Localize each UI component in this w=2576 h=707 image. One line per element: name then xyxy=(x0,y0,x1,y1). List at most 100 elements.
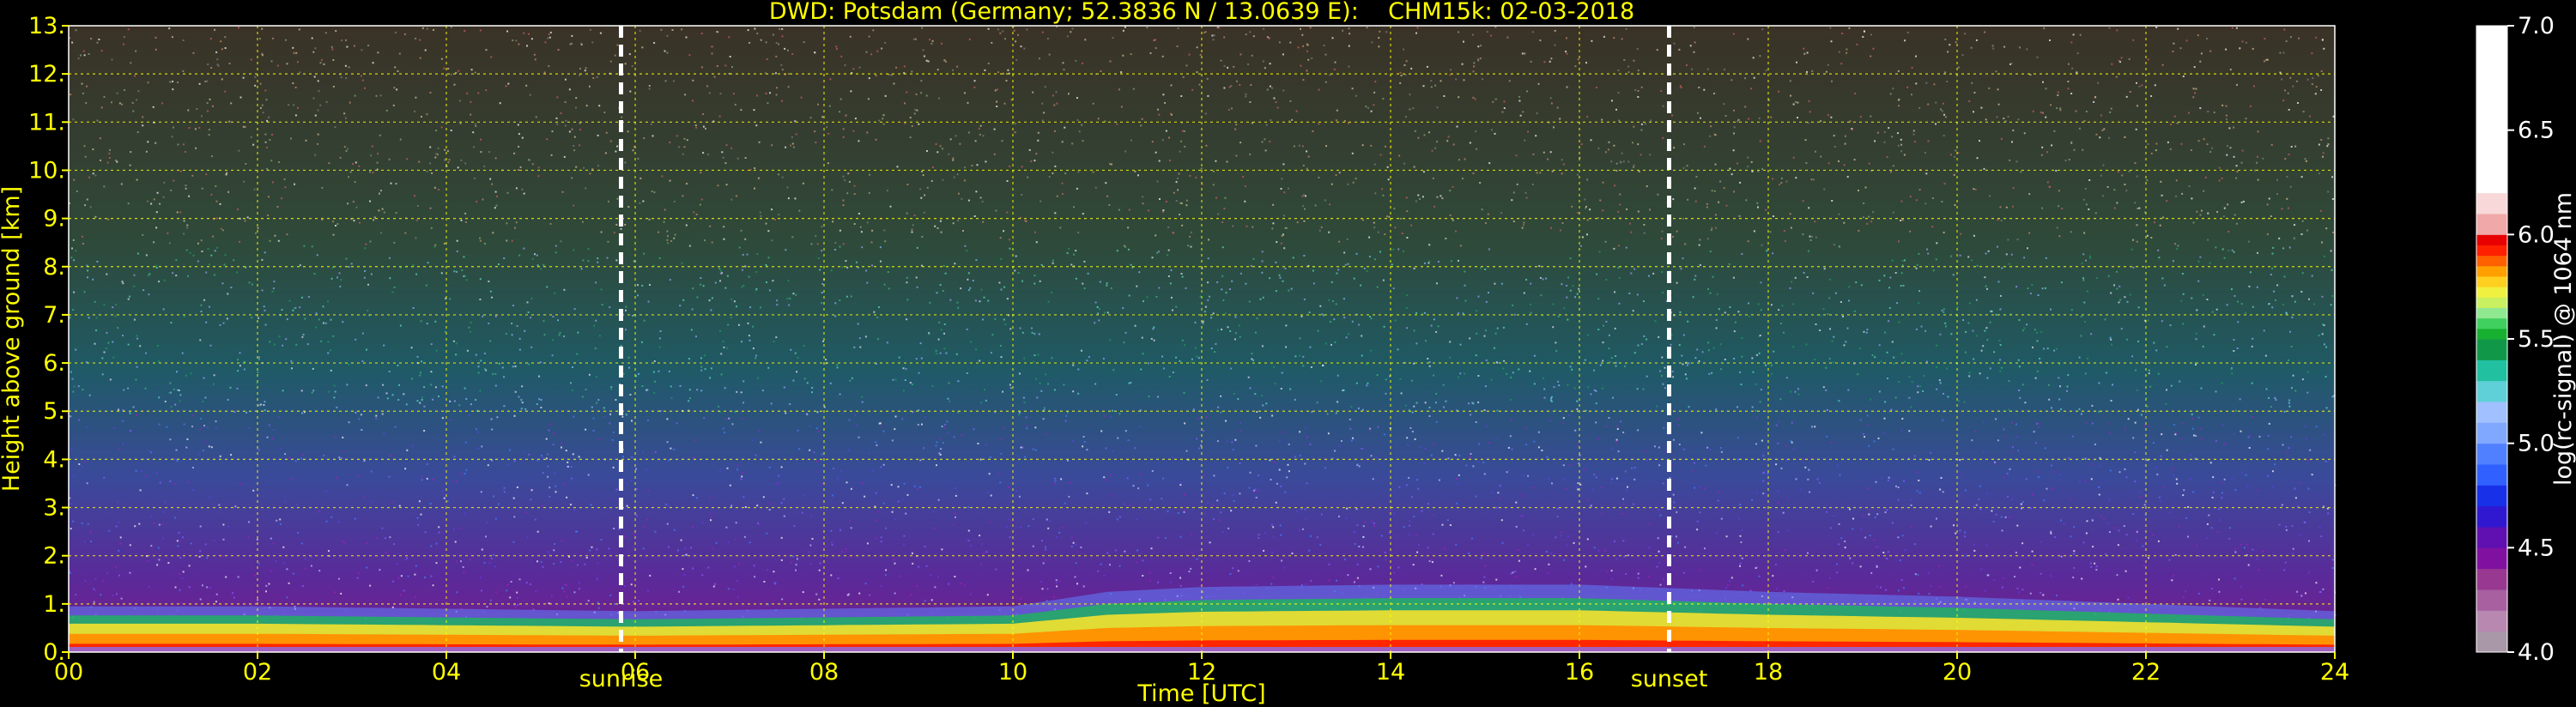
noise-speck xyxy=(464,512,466,515)
noise-speck xyxy=(1874,356,1876,359)
noise-speck xyxy=(811,538,814,540)
noise-speck xyxy=(999,32,1002,34)
noise-speck xyxy=(1280,242,1282,245)
noise-speck xyxy=(1643,300,1645,303)
noise-speck xyxy=(1388,215,1391,218)
noise-speck xyxy=(1151,257,1154,259)
noise-speck xyxy=(216,58,219,61)
noise-speck xyxy=(1405,484,1408,486)
noise-speck xyxy=(161,102,164,105)
noise-speck xyxy=(2076,71,2078,74)
noise-speck xyxy=(2048,384,2050,386)
noise-speck xyxy=(2319,590,2322,593)
noise-speck xyxy=(1536,172,1538,174)
noise-speck xyxy=(179,540,181,542)
noise-speck xyxy=(1719,180,1722,183)
noise-speck xyxy=(1055,536,1058,538)
noise-speck xyxy=(839,528,841,530)
noise-speck xyxy=(973,215,976,217)
noise-speck xyxy=(1637,69,1640,72)
noise-speck xyxy=(172,88,174,91)
noise-speck xyxy=(975,259,978,262)
noise-speck xyxy=(1168,136,1170,139)
noise-speck xyxy=(717,184,719,187)
noise-speck xyxy=(848,419,851,421)
noise-speck xyxy=(415,565,417,567)
noise-speck xyxy=(1239,492,1241,495)
noise-speck xyxy=(1783,590,1785,592)
noise-speck xyxy=(1456,297,1458,299)
noise-speck xyxy=(666,51,669,54)
noise-speck xyxy=(1018,414,1021,416)
noise-speck xyxy=(1792,103,1795,106)
noise-speck xyxy=(2125,476,2128,479)
noise-speck xyxy=(259,106,262,109)
noise-speck xyxy=(1265,124,1268,126)
noise-speck xyxy=(1920,325,1923,328)
noise-speck xyxy=(869,173,870,176)
noise-speck xyxy=(974,299,977,302)
noise-speck xyxy=(1457,376,1459,378)
noise-speck xyxy=(1335,412,1337,414)
noise-speck xyxy=(2048,398,2051,401)
noise-speck xyxy=(1195,176,1197,178)
noise-speck xyxy=(1525,323,1528,325)
noise-speck xyxy=(1662,136,1664,139)
noise-speck xyxy=(2019,396,2021,399)
noise-speck xyxy=(2248,285,2251,287)
noise-speck xyxy=(1778,309,1780,311)
noise-speck xyxy=(1005,80,1008,82)
noise-speck xyxy=(295,51,298,54)
noise-speck xyxy=(1233,65,1235,68)
noise-speck xyxy=(1589,208,1591,211)
noise-speck xyxy=(1615,355,1617,357)
noise-speck xyxy=(1557,380,1560,383)
noise-speck xyxy=(2081,262,2083,264)
noise-speck xyxy=(1494,98,1497,100)
noise-speck xyxy=(1234,438,1237,441)
noise-speck xyxy=(1404,404,1407,407)
noise-speck xyxy=(1512,571,1514,574)
noise-speck xyxy=(894,518,896,521)
noise-speck xyxy=(1587,386,1590,389)
noise-speck xyxy=(1939,333,1942,335)
noise-speck xyxy=(685,224,688,227)
noise-speck xyxy=(475,125,477,127)
noise-speck xyxy=(1063,69,1065,71)
noise-speck xyxy=(754,187,755,190)
noise-speck xyxy=(1778,502,1780,504)
noise-speck xyxy=(754,576,756,578)
noise-speck xyxy=(2073,550,2076,553)
noise-speck xyxy=(2201,438,2203,440)
noise-speck xyxy=(985,551,988,553)
noise-speck xyxy=(1464,299,1467,302)
noise-speck xyxy=(2220,481,2222,484)
noise-speck xyxy=(129,164,131,166)
noise-speck xyxy=(464,441,467,444)
noise-speck xyxy=(1806,51,1809,54)
noise-speck xyxy=(365,243,367,245)
noise-speck xyxy=(1958,400,1961,402)
noise-speck xyxy=(369,584,372,587)
noise-speck xyxy=(1141,118,1143,120)
noise-speck xyxy=(1275,261,1277,263)
noise-speck xyxy=(1068,93,1070,95)
noise-speck xyxy=(447,68,450,69)
noise-speck xyxy=(2015,436,2018,438)
noise-speck xyxy=(1672,493,1675,496)
noise-speck xyxy=(810,515,813,517)
noise-speck xyxy=(631,65,633,68)
noise-speck xyxy=(1769,231,1772,233)
noise-speck xyxy=(1521,227,1524,229)
noise-speck xyxy=(785,249,787,251)
noise-speck xyxy=(780,559,783,561)
noise-speck xyxy=(426,462,428,465)
noise-speck xyxy=(1406,294,1409,297)
noise-speck xyxy=(906,91,908,94)
noise-speck xyxy=(1662,482,1664,485)
noise-speck xyxy=(1827,587,1829,589)
noise-speck xyxy=(109,148,111,151)
noise-speck xyxy=(1901,219,1904,221)
noise-speck xyxy=(742,496,745,499)
noise-speck xyxy=(377,396,379,399)
